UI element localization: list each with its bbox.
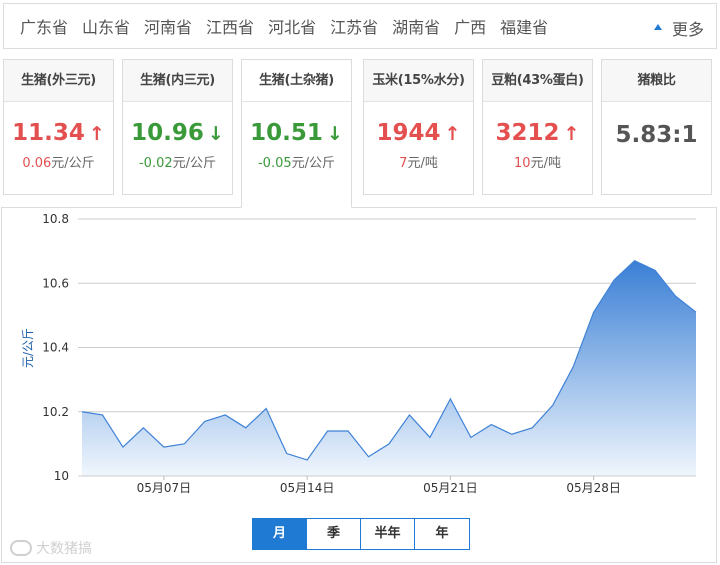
y-tick-label: 10.2 (42, 405, 69, 419)
price-card-outer-three[interactable]: 生猪(外三元) 11.34 ↑ 0.06元/公斤 (3, 59, 114, 195)
change-unit: 元/公斤 (291, 156, 336, 171)
arrow-up-icon: ↑ (444, 123, 461, 145)
period-year-button[interactable]: 年 (415, 519, 469, 549)
province-tab[interactable]: 江苏省 (330, 14, 378, 38)
arrow-up-icon: ↑ (563, 123, 580, 145)
province-tab[interactable]: 福建省 (500, 14, 548, 38)
price-value: 10.51 (250, 120, 323, 146)
price-card-local-pig[interactable]: 生猪(土杂猪) 10.51 ↓ -0.05元/公斤 (241, 59, 352, 208)
arrow-down-icon: ↓ (207, 123, 224, 145)
x-tick-label: 05月21日 (423, 481, 478, 495)
y-tick-label: 10.4 (42, 341, 69, 355)
price-card-inner-three[interactable]: 生猪(内三元) 10.96 ↓ -0.02元/公斤 (122, 59, 233, 195)
change-unit: 元/吨 (407, 156, 438, 171)
change-unit: 元/吨 (530, 156, 561, 171)
card-price: 1944 ↑ (364, 120, 473, 146)
province-tab[interactable]: 广西 (454, 14, 486, 38)
period-halfyear-button[interactable]: 半年 (361, 519, 415, 549)
card-title: 豆粕(43%蛋白) (483, 60, 592, 102)
triangle-up-icon (653, 24, 662, 30)
change-unit: 元/公斤 (172, 156, 217, 171)
more-button[interactable]: 更多 (653, 16, 704, 40)
card-change: -0.05元/公斤 (242, 152, 351, 171)
arrow-up-icon: ↑ (88, 123, 105, 145)
card-title: 生猪(土杂猪) (242, 60, 351, 102)
watermark-logo-icon (10, 540, 32, 556)
y-tick-label: 10 (54, 469, 69, 483)
x-tick-label: 05月07日 (137, 481, 192, 495)
province-tab[interactable]: 河北省 (268, 14, 316, 38)
price-chart: 10 10.2 10.4 10.6 10.8 05月07日 05月14日 05月21日 05月2… (21, 212, 697, 495)
y-tick-label: 10.8 (42, 212, 69, 226)
province-list: 广东省 山东省 河南省 江西省 河北省 江苏省 湖南省 广西 福建省 (4, 14, 562, 38)
province-tab[interactable]: 河南省 (144, 14, 192, 38)
watermark-text: 大数猪搞 (36, 541, 92, 557)
ratio-value: 5.83:1 (615, 122, 698, 148)
pig-grain-ratio-card[interactable]: 猪粮比 5.83:1 (601, 59, 712, 195)
card-title: 玉米(15%水分) (364, 60, 473, 102)
price-card-corn[interactable]: 玉米(15%水分) 1944 ↑ 7元/吨 (363, 59, 474, 195)
province-tab-bar: 广东省 山东省 河南省 江西省 河北省 江苏省 湖南省 广西 福建省 更多 (3, 3, 717, 49)
card-title: 生猪(外三元) (4, 60, 113, 102)
card-change: -0.02元/公斤 (123, 152, 232, 171)
card-title: 猪粮比 (602, 60, 711, 102)
change-value: -0.02 (138, 156, 173, 171)
province-tab[interactable]: 江西省 (206, 14, 254, 38)
price-value: 11.34 (12, 120, 85, 146)
card-change: 0.06元/公斤 (4, 152, 113, 171)
price-value: 10.96 (131, 120, 204, 146)
province-tab[interactable]: 广东省 (20, 14, 68, 38)
card-price: 11.34 ↑ (4, 120, 113, 146)
y-axis-label: 元/公斤 (21, 328, 35, 368)
x-tick-label: 05月28日 (566, 481, 621, 495)
card-price: 10.51 ↓ (242, 120, 351, 146)
change-value: 10 (514, 156, 531, 171)
province-tab[interactable]: 山东省 (82, 14, 130, 38)
price-value: 3212 (495, 120, 560, 146)
card-change: 10元/吨 (483, 152, 592, 171)
y-tick-label: 10.6 (42, 276, 69, 290)
more-label: 更多 (671, 20, 704, 39)
period-quarter-button[interactable]: 季 (307, 519, 361, 549)
card-title: 生猪(内三元) (123, 60, 232, 102)
price-card-soymeal[interactable]: 豆粕(43%蛋白) 3212 ↑ 10元/吨 (482, 59, 593, 195)
watermark: 大数猪搞 (10, 538, 92, 558)
change-value: 0.06 (22, 156, 52, 171)
change-value: -0.05 (257, 156, 292, 171)
price-value: 1944 (376, 120, 441, 146)
change-unit: 元/公斤 (51, 156, 95, 171)
period-month-button[interactable]: 月 (253, 519, 307, 549)
card-change: 7元/吨 (364, 152, 473, 171)
card-price: 3212 ↑ (483, 120, 592, 146)
period-selector: 月 季 半年 年 (252, 518, 470, 550)
province-tab[interactable]: 湖南省 (392, 14, 440, 38)
arrow-down-icon: ↓ (326, 123, 343, 145)
price-chart-panel: 10 10.2 10.4 10.6 10.8 05月07日 05月14日 05月21日 05月2… (1, 207, 717, 563)
card-price: 10.96 ↓ (123, 120, 232, 146)
x-tick-label: 05月14日 (280, 481, 335, 495)
